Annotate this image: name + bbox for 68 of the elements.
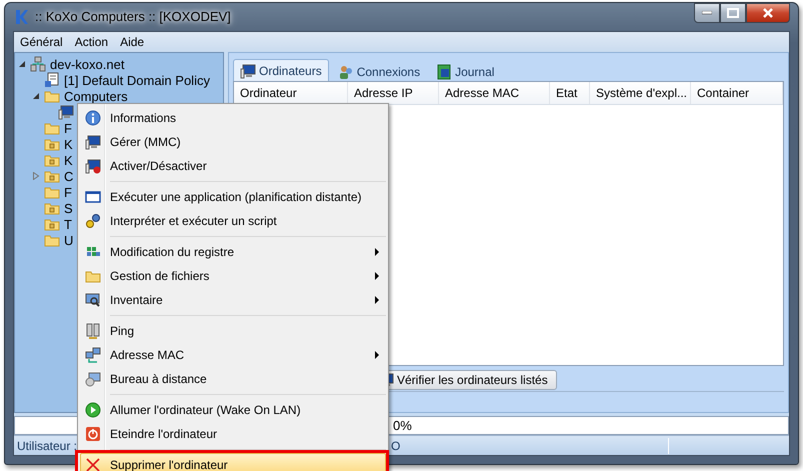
journal-icon [436,64,452,80]
minimize-icon [702,11,712,15]
tree-item[interactable]: K [63,152,74,168]
status-text: Utilisateur : [16,438,78,452]
remote-desktop-icon [85,371,101,387]
window-title: :: KoXo Computers :: [KOXODEV] [35,9,231,25]
delete-icon [85,457,101,471]
gears-icon [85,213,101,229]
column-header[interactable]: Système d'expl... [590,82,691,104]
tree-item[interactable]: C [63,168,74,184]
users-icon [338,64,354,80]
tree-item[interactable]: [1] Default Domain Policy [63,72,211,88]
column-header[interactable]: Adresse MAC [439,82,550,104]
submenu-arrow-icon [375,296,379,304]
tab[interactable]: Journal [429,62,502,81]
computer-icon [58,104,74,120]
collapse-icon[interactable] [32,92,40,100]
context-menu-item[interactable]: Adresse MAC [80,343,386,367]
app-logo-icon [13,9,29,25]
servers-icon [85,323,101,339]
context-menu-item[interactable]: Activer/Désactiver [80,154,386,178]
computer-icon [240,62,256,78]
context-menu-item[interactable]: Exécuter une application (planification distante) [80,185,386,209]
menu-item[interactable]: Général [14,34,69,50]
maximize-button[interactable] [720,3,746,23]
column-header[interactable]: Etat [550,82,590,104]
maximize-icon [727,8,739,18]
tree-item[interactable]: dev-koxo.net [49,56,126,72]
menu-item[interactable]: Aide [114,34,150,50]
submenu-arrow-icon [375,351,379,359]
context-menu-item[interactable]: Eteindre l'ordinateur [80,422,386,446]
info-icon [85,110,101,126]
context-menu-item[interactable]: Gestion de fichiers [80,264,386,288]
tree-item[interactable]: F [63,120,73,136]
network-icon [85,347,101,363]
network-icon [30,56,46,72]
document-icon [44,72,60,88]
power-icon [85,426,101,442]
close-icon [762,8,774,18]
window-icon [85,189,101,205]
context-menu-item[interactable]: Allumer l'ordinateur (Wake On LAN) [80,398,386,422]
tree-item[interactable]: F [63,184,73,200]
minimize-button[interactable] [694,3,720,23]
computer-icon [85,134,101,150]
status-text: O [390,438,402,452]
context-menu-item[interactable]: Modification du registre [80,240,386,264]
tab[interactable]: Connexions [330,62,428,81]
submenu-arrow-icon [375,272,379,280]
play-icon [85,402,101,418]
collapse-icon[interactable] [18,60,26,68]
progress-text: 0% [393,418,412,433]
context-menu-item[interactable]: Gérer (MMC) [80,130,386,154]
computer-icon [85,158,101,174]
tree-item[interactable]: K [63,136,74,152]
submenu-arrow-icon [375,248,379,256]
tab[interactable]: Ordinateurs [233,59,329,81]
monitor-search-icon [85,292,101,308]
tree-item[interactable]: Computers [63,88,129,104]
close-button[interactable] [746,3,790,23]
column-header[interactable]: Container [691,82,783,104]
context-menu-item[interactable]: Inventaire [80,288,386,312]
menu-item[interactable]: Action [68,34,114,50]
context-menu-item[interactable]: Interpréter et exécuter un script [80,209,386,233]
tree-item[interactable]: S [63,200,74,216]
tree-item[interactable]: U [63,232,74,248]
context-menu-item[interactable]: Informations [80,106,386,130]
context-menu-item[interactable]: Ping [80,319,386,343]
tree-item[interactable]: T [63,216,73,232]
